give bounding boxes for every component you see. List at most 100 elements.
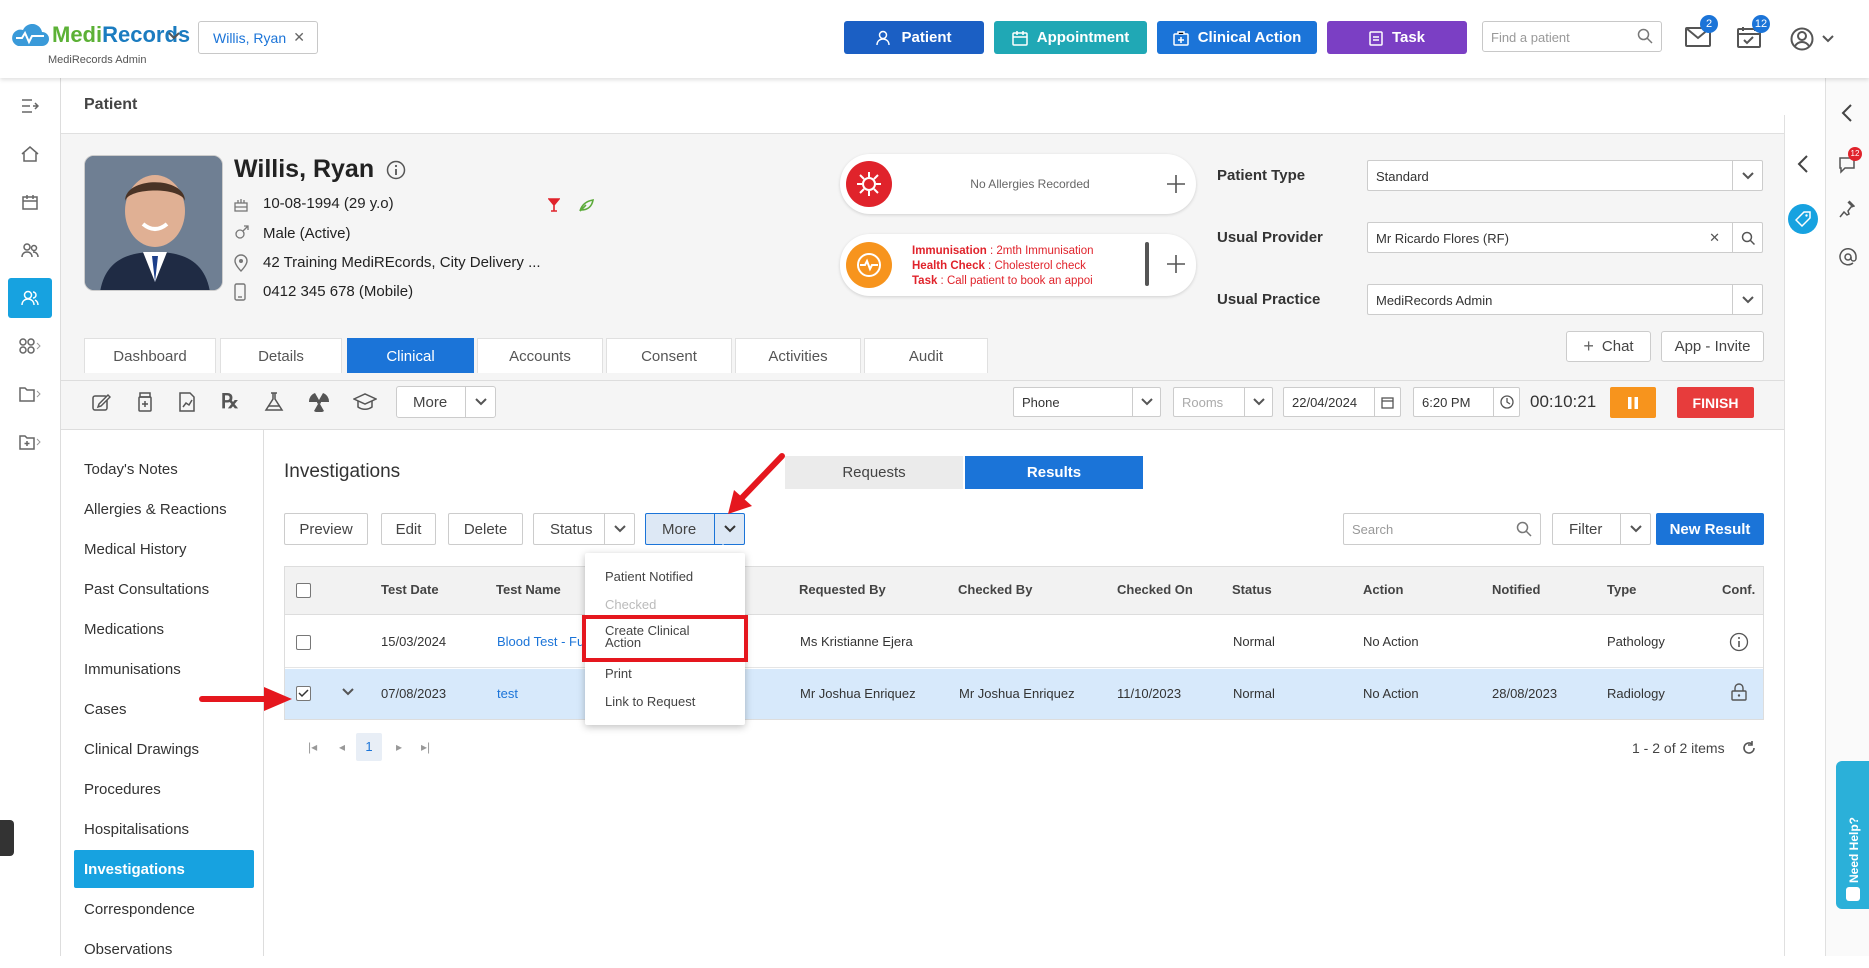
- lock-icon[interactable]: [1731, 683, 1747, 701]
- tag-icon[interactable]: [1788, 204, 1818, 234]
- mention-icon[interactable]: [1839, 248, 1857, 266]
- search-icon[interactable]: [1732, 223, 1762, 252]
- add-allergy-icon[interactable]: [1166, 174, 1186, 194]
- sidebar-item-clinical-drawings[interactable]: Clinical Drawings: [74, 730, 254, 768]
- chevron-down-icon[interactable]: [342, 688, 354, 696]
- row-checkbox-checked[interactable]: [296, 686, 311, 701]
- pin-icon[interactable]: [1839, 200, 1855, 218]
- info-icon[interactable]: [386, 160, 406, 180]
- new-appointment-button[interactable]: Appointment: [994, 21, 1147, 54]
- usual-practice-select[interactable]: MediRecords Admin: [1367, 284, 1763, 315]
- sidebar-item-procedures[interactable]: Procedures: [74, 770, 254, 808]
- search-icon[interactable]: [1637, 28, 1653, 44]
- col-confidential[interactable]: Conf.: [1722, 582, 1755, 597]
- reminder-item[interactable]: Immunisation : 2mth Immunisation: [912, 244, 1142, 259]
- user-avatar-icon[interactable]: [1790, 27, 1814, 51]
- menu-item-print[interactable]: Print: [605, 666, 632, 681]
- preview-button[interactable]: Preview: [284, 513, 368, 545]
- reminder-item[interactable]: Task : Call patient to book an appoi: [912, 274, 1142, 289]
- chevron-down-icon[interactable]: [1732, 285, 1762, 314]
- delete-button[interactable]: Delete: [448, 513, 523, 545]
- apps-icon[interactable]: [8, 326, 52, 366]
- rooms-select[interactable]: Rooms: [1173, 387, 1273, 417]
- col-notified[interactable]: Notified: [1492, 582, 1540, 597]
- more-tools-dropdown[interactable]: More: [396, 386, 496, 418]
- chevron-down-icon[interactable]: [1132, 388, 1160, 416]
- table-search-input[interactable]: Search: [1343, 513, 1541, 545]
- clear-icon[interactable]: ✕: [1709, 230, 1720, 246]
- filter-dropdown[interactable]: Filter: [1552, 513, 1651, 545]
- new-task-button[interactable]: Task: [1327, 21, 1467, 54]
- sidebar-item-allergies[interactable]: Allergies & Reactions: [74, 490, 254, 528]
- add-reminder-icon[interactable]: [1166, 254, 1186, 274]
- chevron-down-icon[interactable]: [168, 32, 180, 40]
- time-picker[interactable]: 6:20 PM: [1413, 387, 1520, 417]
- find-patient-input[interactable]: Find a patient: [1482, 21, 1662, 52]
- search-icon[interactable]: [1516, 521, 1532, 537]
- col-checked-by[interactable]: Checked By: [958, 582, 1032, 597]
- tab-consent[interactable]: Consent: [606, 338, 732, 373]
- finish-button[interactable]: FINISH: [1677, 387, 1754, 418]
- side-tab-handle[interactable]: [0, 820, 14, 856]
- col-checked-on[interactable]: Checked On: [1117, 582, 1193, 597]
- chevron-down-icon[interactable]: [465, 387, 495, 417]
- col-requested-by[interactable]: Requested By: [799, 582, 886, 597]
- tab-clinical[interactable]: Clinical: [347, 338, 474, 373]
- first-page-icon[interactable]: |◂: [308, 740, 317, 754]
- sidebar-item-observations[interactable]: Observations: [74, 930, 254, 968]
- prev-page-icon[interactable]: ◂: [339, 740, 345, 754]
- col-test-date[interactable]: Test Date: [381, 582, 439, 597]
- usual-provider-select[interactable]: Mr Ricardo Flores (RF) ✕: [1367, 222, 1763, 253]
- new-result-button[interactable]: New Result: [1656, 513, 1764, 545]
- open-patient-chip[interactable]: Willis, Ryan ✕: [198, 21, 318, 54]
- chevron-left-icon[interactable]: [1797, 155, 1809, 173]
- sidebar-item-immunisations[interactable]: Immunisations: [74, 650, 254, 688]
- chat-button[interactable]: + Chat: [1566, 331, 1651, 362]
- tab-accounts[interactable]: Accounts: [477, 338, 603, 373]
- need-help-tab[interactable]: Need Help?: [1836, 761, 1869, 909]
- row-checkbox[interactable]: [296, 635, 311, 650]
- chevron-down-icon[interactable]: [714, 514, 744, 544]
- expand-menu-icon[interactable]: [8, 86, 52, 126]
- cell-test-name-link[interactable]: Blood Test - Fu: [497, 634, 584, 649]
- date-picker[interactable]: 22/04/2024: [1283, 387, 1401, 417]
- col-type[interactable]: Type: [1607, 582, 1636, 597]
- calendar-icon[interactable]: [1374, 388, 1400, 416]
- reminder-item[interactable]: Health Check : Cholesterol check: [912, 259, 1142, 274]
- sidebar-item-medications[interactable]: Medications: [74, 610, 254, 648]
- edit-note-icon[interactable]: [91, 392, 111, 412]
- requests-toggle[interactable]: Requests: [785, 456, 963, 489]
- sidebar-item-todays-notes[interactable]: Today's Notes: [74, 450, 254, 488]
- patient-type-select[interactable]: Standard: [1367, 160, 1763, 191]
- tab-details[interactable]: Details: [220, 338, 342, 373]
- edit-button[interactable]: Edit: [381, 513, 436, 545]
- sidebar-item-correspondence[interactable]: Correspondence: [74, 890, 254, 928]
- sidebar-item-hospitalisations[interactable]: Hospitalisations: [74, 810, 254, 848]
- medication-bottle-icon[interactable]: [136, 392, 154, 412]
- home-icon[interactable]: [8, 134, 52, 174]
- folder-add-icon[interactable]: [8, 422, 52, 462]
- folder-icon[interactable]: [8, 374, 52, 414]
- info-icon[interactable]: [1729, 632, 1749, 652]
- pause-button[interactable]: [1610, 387, 1656, 418]
- chevron-down-icon[interactable]: [1822, 35, 1834, 43]
- patients-icon[interactable]: [8, 278, 52, 318]
- col-action[interactable]: Action: [1363, 582, 1403, 597]
- radiation-icon[interactable]: [308, 392, 330, 412]
- prescription-icon[interactable]: ℞: [221, 389, 239, 413]
- chart-document-icon[interactable]: [178, 392, 196, 412]
- status-dropdown[interactable]: Status: [533, 513, 635, 545]
- cell-test-name-link[interactable]: test: [497, 686, 518, 701]
- chevron-down-icon[interactable]: [1732, 161, 1762, 190]
- chevron-down-icon[interactable]: [604, 514, 634, 544]
- menu-item-patient-notified[interactable]: Patient Notified: [605, 569, 693, 584]
- sidebar-item-past-consultations[interactable]: Past Consultations: [74, 570, 254, 608]
- contact-method-select[interactable]: Phone: [1013, 387, 1161, 417]
- new-clinical-action-button[interactable]: Clinical Action: [1157, 21, 1317, 54]
- calendar-icon[interactable]: [8, 182, 52, 222]
- col-status[interactable]: Status: [1232, 582, 1272, 597]
- lab-flask-icon[interactable]: [264, 392, 288, 412]
- select-all-checkbox[interactable]: [296, 583, 311, 598]
- education-icon[interactable]: [353, 392, 377, 412]
- chevron-left-icon[interactable]: [1841, 104, 1853, 122]
